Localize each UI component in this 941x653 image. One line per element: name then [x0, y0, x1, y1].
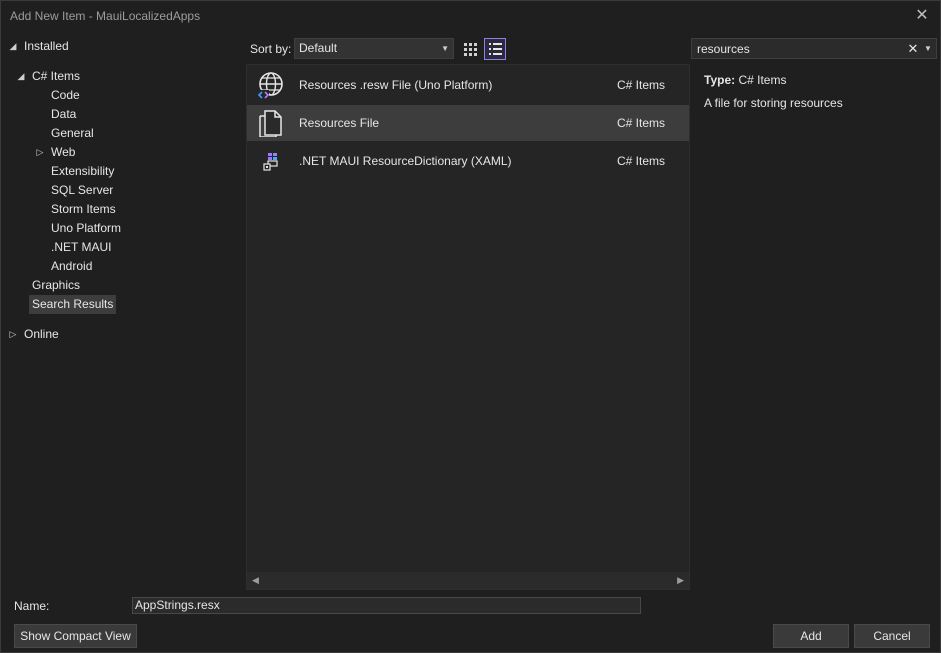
item-category: C# Items [617, 78, 666, 92]
category-tree: ◢ Installed ◢ C# Items Code Data General… [3, 34, 243, 591]
tree-item-net-maui[interactable]: .NET MAUI [51, 238, 111, 257]
item-category: C# Items [617, 116, 666, 130]
type-label: Type: [704, 73, 736, 87]
tree-item-web[interactable]: Web [51, 143, 75, 162]
show-compact-view-button[interactable]: Show Compact View [14, 624, 137, 648]
type-line: Type: C# Items [704, 73, 786, 87]
search-box[interactable]: resources ✕ ▼ [691, 38, 937, 59]
horizontal-scrollbar[interactable]: ◀ ▶ [247, 572, 689, 589]
item-description: A file for storing resources [704, 96, 843, 110]
clear-search-icon[interactable]: ✕ [906, 39, 920, 58]
resource-file-icon [259, 110, 282, 137]
details-panel: Type: C# Items A file for storing resour… [691, 64, 937, 590]
grid-view-button[interactable] [459, 38, 481, 60]
tree-item-extensibility[interactable]: Extensibility [51, 162, 114, 181]
expand-caret-icon[interactable]: ▷ [35, 143, 45, 162]
sort-by-dropdown[interactable]: Default ▼ [294, 38, 454, 59]
sort-by-value: Default [299, 41, 338, 55]
tree-item-general[interactable]: General [51, 124, 94, 143]
sort-by-label: Sort by: [250, 42, 292, 56]
scroll-left-icon[interactable]: ◀ [252, 575, 259, 586]
type-value: C# Items [738, 73, 787, 87]
scroll-right-icon[interactable]: ▶ [677, 575, 684, 586]
tree-item-code[interactable]: Code [51, 86, 80, 105]
add-button[interactable]: Add [773, 624, 849, 648]
cancel-button[interactable]: Cancel [854, 624, 930, 648]
title-bar: Add New Item - MauiLocalizedApps ✕ [1, 1, 940, 32]
name-field[interactable]: AppStrings.resx [132, 597, 641, 614]
expand-caret-icon[interactable]: ▷ [8, 325, 18, 344]
list-item[interactable]: Resources File C# Items [247, 105, 689, 141]
xaml-resource-icon [263, 153, 278, 171]
list-view-button[interactable] [484, 38, 506, 60]
item-category: C# Items [617, 154, 666, 168]
close-icon[interactable]: ✕ [912, 6, 932, 26]
tree-item-sql-server[interactable]: SQL Server [51, 181, 113, 200]
chevron-down-icon: ▼ [441, 44, 449, 53]
item-name: Resources .resw File (Uno Platform) [299, 78, 493, 92]
tree-item-storm-items[interactable]: Storm Items [51, 200, 116, 219]
name-label: Name: [14, 599, 50, 613]
tree-item-android[interactable]: Android [51, 257, 92, 276]
item-name: Resources File [299, 116, 380, 130]
tree-item-graphics[interactable]: Graphics [32, 276, 80, 295]
list-item[interactable]: .NET MAUI ResourceDictionary (XAML) C# I… [247, 143, 689, 179]
list-view-icon [489, 43, 502, 55]
list-item[interactable]: Resources .resw File (Uno Platform) C# I… [247, 67, 689, 103]
tree-item-data[interactable]: Data [51, 105, 76, 124]
window-title: Add New Item - MauiLocalizedApps [10, 9, 201, 23]
search-input[interactable]: resources [697, 42, 750, 56]
item-name: .NET MAUI ResourceDictionary (XAML) [299, 154, 512, 168]
add-new-item-dialog: Add New Item - MauiLocalizedApps ✕ ◢ Ins… [0, 0, 941, 653]
collapse-caret-icon[interactable]: ◢ [8, 37, 18, 56]
tree-item-csharp-items[interactable]: C# Items [32, 67, 80, 86]
tree-item-uno-platform[interactable]: Uno Platform [51, 219, 121, 238]
globe-code-icon [257, 72, 283, 99]
tree-item-installed[interactable]: Installed [24, 37, 69, 56]
tree-item-search-results[interactable]: Search Results [29, 295, 117, 314]
search-options-chevron-icon[interactable]: ▼ [923, 39, 933, 58]
tree-item-online[interactable]: Online [24, 325, 59, 344]
templates-list: Resources .resw File (Uno Platform) C# I… [246, 64, 690, 590]
grid-view-icon [464, 43, 477, 56]
collapse-caret-icon[interactable]: ◢ [16, 67, 26, 86]
